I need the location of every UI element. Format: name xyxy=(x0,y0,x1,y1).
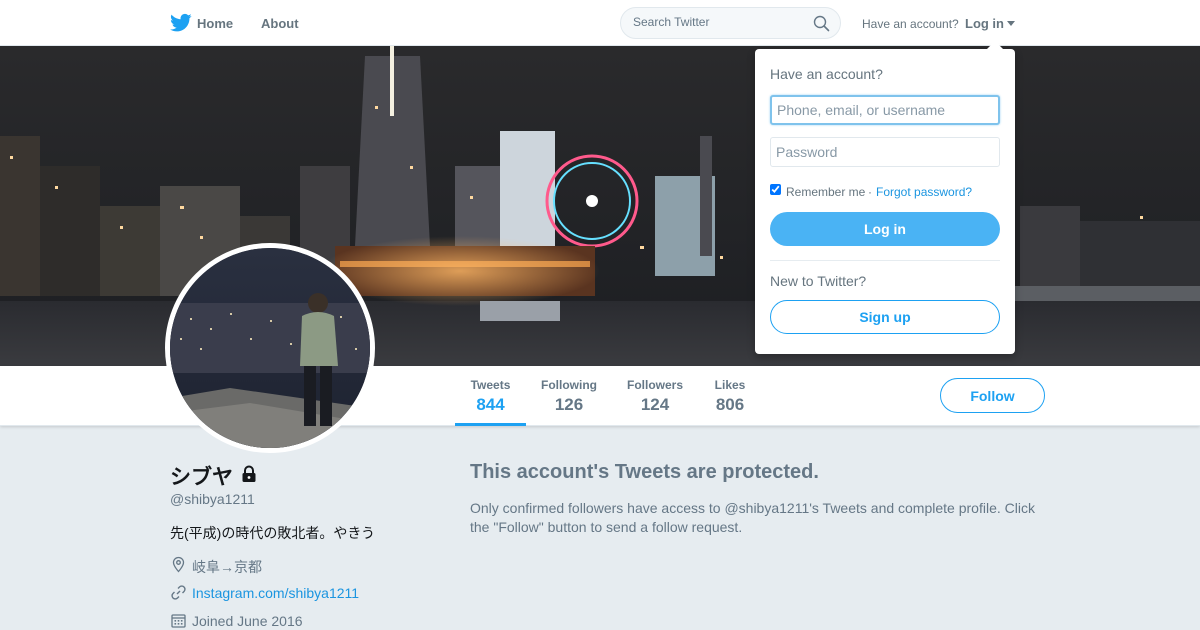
stat-likes-value: 806 xyxy=(715,395,745,414)
avatar-photo xyxy=(170,248,370,448)
follow-button[interactable]: Follow xyxy=(940,378,1045,413)
stat-tweets-value: 844 xyxy=(476,395,505,414)
divider xyxy=(770,260,1000,261)
remember-me-label[interactable]: Remember me xyxy=(786,185,865,199)
profile-location-text: 岐阜→京都 xyxy=(192,559,262,575)
search-icon[interactable] xyxy=(813,15,830,32)
stat-following-label: Following xyxy=(541,378,597,392)
link-icon xyxy=(171,585,186,600)
login-button[interactable]: Log in xyxy=(770,212,1000,246)
search-box xyxy=(620,7,841,39)
have-account-text: Have an account? xyxy=(862,17,959,31)
profile-joined-text: Joined June 2016 xyxy=(192,613,303,629)
lock-icon xyxy=(242,465,256,482)
protected-title: This account's Tweets are protected. xyxy=(470,461,819,483)
top-navigation-bar: Home About Have an account? Log in xyxy=(0,0,1200,46)
stat-following[interactable]: Following 126 xyxy=(536,366,602,426)
remember-me-checkbox[interactable] xyxy=(770,184,781,195)
profile-bio: 先(平成)の時代の敗北者。やきう xyxy=(170,525,376,541)
new-to-twitter-text: New to Twitter? xyxy=(770,273,867,289)
stat-followers-label: Followers xyxy=(626,378,683,392)
nav-about-link[interactable]: About xyxy=(261,16,299,31)
protected-description: Only confirmed followers have access to … xyxy=(470,500,1035,535)
nav-home-link[interactable]: Home xyxy=(197,16,233,31)
username-field[interactable] xyxy=(770,95,1000,125)
profile-handle: @shibya1211 xyxy=(170,491,255,507)
login-dropdown-toggle[interactable]: Log in xyxy=(965,16,1004,31)
location-pin-icon xyxy=(172,556,185,573)
signup-button[interactable]: Sign up xyxy=(770,300,1000,334)
stat-likes[interactable]: Likes 806 xyxy=(707,366,753,426)
stat-following-value: 126 xyxy=(554,395,584,414)
password-field[interactable] xyxy=(770,137,1000,167)
stat-followers[interactable]: Followers 124 xyxy=(622,366,688,426)
avatar[interactable] xyxy=(165,243,375,453)
login-dropdown: Have an account? Remember me · Forgot pa… xyxy=(755,41,1015,354)
profile-website-link[interactable]: Instagram.com/shibya1211 xyxy=(192,585,359,601)
stat-tweets-label: Tweets xyxy=(470,378,511,392)
profile-name: シブヤ xyxy=(170,466,233,489)
caret-down-icon[interactable] xyxy=(1007,21,1015,26)
calendar-icon xyxy=(171,614,186,628)
stat-tweets[interactable]: Tweets 844 xyxy=(455,366,526,426)
stat-likes-label: Likes xyxy=(714,378,746,392)
login-dropdown-heading: Have an account? xyxy=(770,66,883,82)
forgot-password-link[interactable]: Forgot password? xyxy=(876,185,972,199)
search-input[interactable] xyxy=(633,15,803,29)
separator-dot: · xyxy=(868,185,872,199)
twitter-bird-icon[interactable] xyxy=(170,13,192,33)
stat-followers-value: 124 xyxy=(640,395,670,414)
